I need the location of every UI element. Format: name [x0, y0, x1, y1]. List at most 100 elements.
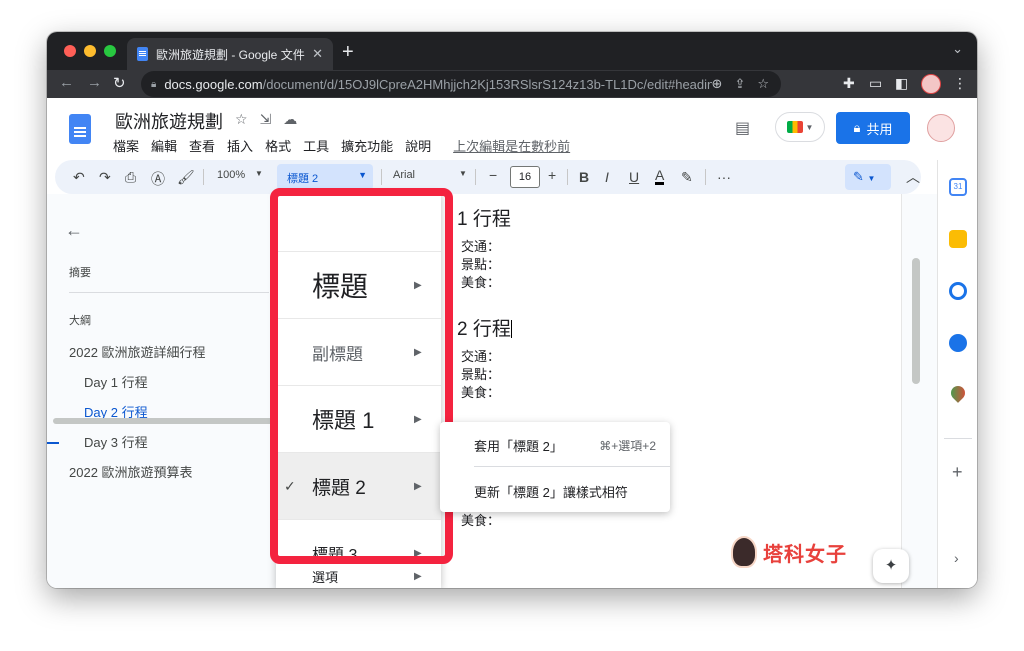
explore-button[interactable]: ✦ [873, 549, 909, 583]
underline-button[interactable]: U [629, 169, 639, 185]
font-size-input[interactable]: 16 [510, 166, 540, 188]
style-option-heading-1[interactable]: 標題 1 ▶ [276, 386, 441, 453]
outline-item[interactable]: 2022 歐洲旅遊預算表 [69, 462, 193, 481]
sidebar-icon[interactable]: ◧ [895, 75, 908, 92]
menu-view[interactable]: 查看 [189, 136, 215, 155]
close-outline-icon[interactable]: ← [65, 220, 83, 241]
increase-font-size-button[interactable]: + [548, 167, 556, 183]
heading-section-2[interactable]: 2 行程 [457, 314, 512, 341]
style-menu-spacer [276, 192, 441, 252]
account-avatar[interactable] [927, 114, 955, 142]
decrease-font-size-button[interactable]: − [489, 167, 497, 183]
print-icon[interactable]: ⎙ [125, 169, 136, 186]
undo-icon[interactable]: ↶ [73, 169, 85, 186]
add-addon-icon[interactable]: + [952, 462, 963, 483]
chevron-down-icon: ▼ [255, 169, 263, 178]
outline-item[interactable]: 2022 歐洲旅遊詳細行程 [69, 342, 206, 361]
submenu-arrow-icon: ▶ [414, 480, 422, 492]
menu-extensions[interactable]: 擴充功能 [341, 136, 393, 155]
star-icon[interactable]: ☆ [235, 111, 248, 128]
hide-menus-icon[interactable]: ︿ [906, 167, 920, 187]
style-option-title[interactable]: 標題 ▶ [276, 252, 441, 319]
document-page[interactable]: 1 行程 交通： 景點： 美食： 2 行程 交通： 景點： 美食： 美食： [382, 194, 902, 588]
new-tab-button[interactable]: + [342, 41, 354, 64]
tab-search-icon[interactable]: ⌄ [952, 41, 963, 57]
profile-avatar[interactable] [921, 74, 941, 94]
docs-favicon-icon [137, 47, 148, 61]
more-options-button[interactable]: ··· [717, 169, 731, 185]
more-icon[interactable]: ⋮ [953, 75, 967, 92]
cloud-saved-icon[interactable]: ☁ [283, 111, 297, 128]
cast-icon[interactable]: ▭ [869, 75, 882, 92]
last-edit-link[interactable]: 上次編輯是在數秒前 [453, 136, 570, 155]
paint-format-icon[interactable]: 🖌︎ [177, 169, 195, 186]
font-select[interactable]: Arial [393, 169, 415, 181]
reload-icon[interactable]: ↻ [113, 74, 126, 92]
outline-item[interactable]: Day 3 行程 [84, 432, 148, 451]
star-icon[interactable]: ☆ [757, 76, 769, 92]
tab-strip: 歐洲旅遊規劃 - Google 文件 ✕ + ⌄ [47, 32, 977, 70]
minimize-window-button[interactable] [84, 45, 96, 57]
zoom-select[interactable]: 100% [217, 169, 245, 181]
share-button[interactable]: 🔒︎ 共用 [836, 112, 910, 144]
style-option-label: 副標題 [312, 344, 363, 364]
body-line[interactable]: 美食： [461, 272, 500, 291]
move-folder-icon[interactable]: ⇲ [260, 111, 272, 128]
calendar-icon[interactable]: 31 [949, 178, 967, 196]
redo-icon[interactable]: ↷ [99, 169, 111, 186]
apply-heading-2-option[interactable]: 套用「標題 2」 [474, 436, 563, 455]
menu-file[interactable]: 檔案 [113, 136, 139, 155]
forward-icon[interactable]: → [87, 74, 102, 91]
style-option-subtitle[interactable]: 副標題 ▶ [276, 319, 441, 386]
maps-icon[interactable] [948, 383, 968, 403]
expand-panel-icon[interactable]: › [954, 550, 959, 566]
comment-history-icon[interactable]: ▤ [735, 118, 750, 138]
submenu-arrow-icon: ▶ [414, 570, 422, 582]
body-line[interactable]: 景點： [461, 364, 500, 383]
outline-item[interactable]: Day 1 行程 [84, 372, 148, 391]
chevron-down-icon: ▼ [358, 170, 367, 180]
style-select[interactable]: 標題 2 ▼ [277, 164, 373, 190]
share-label: 共用 [866, 121, 893, 137]
style-option-heading-2[interactable]: ✓ 標題 2 ▶ [276, 453, 441, 520]
italic-button[interactable]: I [605, 169, 609, 185]
menu-tools[interactable]: 工具 [303, 136, 329, 155]
vertical-scrollbar[interactable] [912, 258, 920, 384]
horizontal-scrollbar[interactable] [53, 418, 278, 424]
style-option-options[interactable]: 選項 ▶ [276, 564, 441, 588]
menu-format[interactable]: 格式 [265, 136, 291, 155]
lock-icon: 🔒︎ [853, 120, 861, 135]
docs-logo-icon[interactable] [69, 114, 91, 144]
close-window-button[interactable] [64, 45, 76, 57]
body-line[interactable]: 美食： [461, 510, 500, 529]
body-line[interactable]: 交通： [461, 236, 500, 255]
chevron-down-icon: ▼ [867, 174, 876, 183]
body-line[interactable]: 景點： [461, 254, 500, 273]
meet-button[interactable]: ▼ [775, 112, 825, 142]
update-heading-2-option[interactable]: 更新「標題 2」讓樣式相符 [474, 482, 628, 501]
body-line[interactable]: 交通： [461, 346, 500, 365]
keep-icon[interactable] [949, 230, 967, 248]
back-icon[interactable]: ← [59, 74, 74, 91]
share-icon[interactable]: ⇪ [734, 76, 745, 92]
text-color-button[interactable]: A [655, 168, 665, 185]
heading-section-1[interactable]: 1 行程 [457, 204, 511, 231]
url-input[interactable]: 🔒︎ docs.google.com/document/d/15OJ9lCpre… [141, 71, 781, 97]
highlight-color-icon[interactable]: ✎ [681, 169, 693, 186]
address-bar-row: ← → ↻ 🔒︎ docs.google.com/document/d/15OJ… [47, 70, 977, 98]
browser-tab[interactable]: 歐洲旅遊規劃 - Google 文件 ✕ [127, 38, 333, 70]
contacts-icon[interactable] [949, 334, 967, 352]
tasks-icon[interactable] [949, 282, 967, 300]
bold-button[interactable]: B [579, 169, 589, 185]
menu-insert[interactable]: 插入 [227, 136, 253, 155]
menu-help[interactable]: 說明 [405, 136, 431, 155]
zoom-icon[interactable]: ⊕ [712, 76, 723, 92]
body-line[interactable]: 美食： [461, 382, 500, 401]
editing-mode-button[interactable]: ✎ ▼ [845, 164, 891, 190]
maximize-window-button[interactable] [104, 45, 116, 57]
document-title[interactable]: 歐洲旅遊規劃 [115, 108, 223, 134]
tab-close-icon[interactable]: ✕ [312, 46, 323, 62]
menu-edit[interactable]: 編輯 [151, 136, 177, 155]
extensions-icon[interactable]: ✚ [843, 75, 855, 92]
spellcheck-icon[interactable]: Ⓐ [151, 169, 165, 189]
